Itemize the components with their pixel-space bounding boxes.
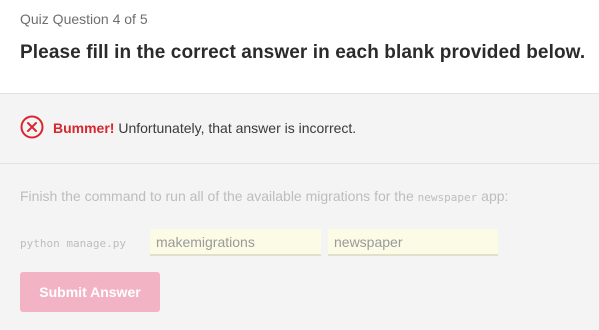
blank-input-2[interactable]: newspaper — [328, 229, 498, 256]
prompt-text-before: Finish the command to run all of the ava… — [20, 188, 418, 204]
feedback-detail: Unfortunately, that answer is incorrect. — [114, 120, 357, 136]
question-title: Please fill in the correct answer in eac… — [20, 42, 586, 63]
challenge-prompt: Finish the command to run all of the ava… — [20, 188, 508, 204]
quiz-progress: Quiz Question 4 of 5 — [20, 11, 148, 27]
prompt-text-after: app: — [477, 188, 509, 204]
x-circle-icon — [20, 115, 44, 139]
challenge-area: Finish the command to run all of the ava… — [0, 164, 599, 330]
feedback-banner: Bummer! Unfortunately, that answer is in… — [0, 94, 599, 164]
prompt-code: newspaper — [417, 191, 478, 204]
feedback-headline: Bummer! — [53, 120, 115, 136]
quiz-header: Quiz Question 4 of 5 Please fill in the … — [0, 0, 599, 94]
feedback-message: Bummer! Unfortunately, that answer is in… — [53, 120, 356, 136]
blank-input-1[interactable]: makemigrations — [150, 229, 321, 256]
command-prefix: python manage.py — [20, 237, 126, 250]
submit-answer-button[interactable]: Submit Answer — [20, 272, 160, 312]
